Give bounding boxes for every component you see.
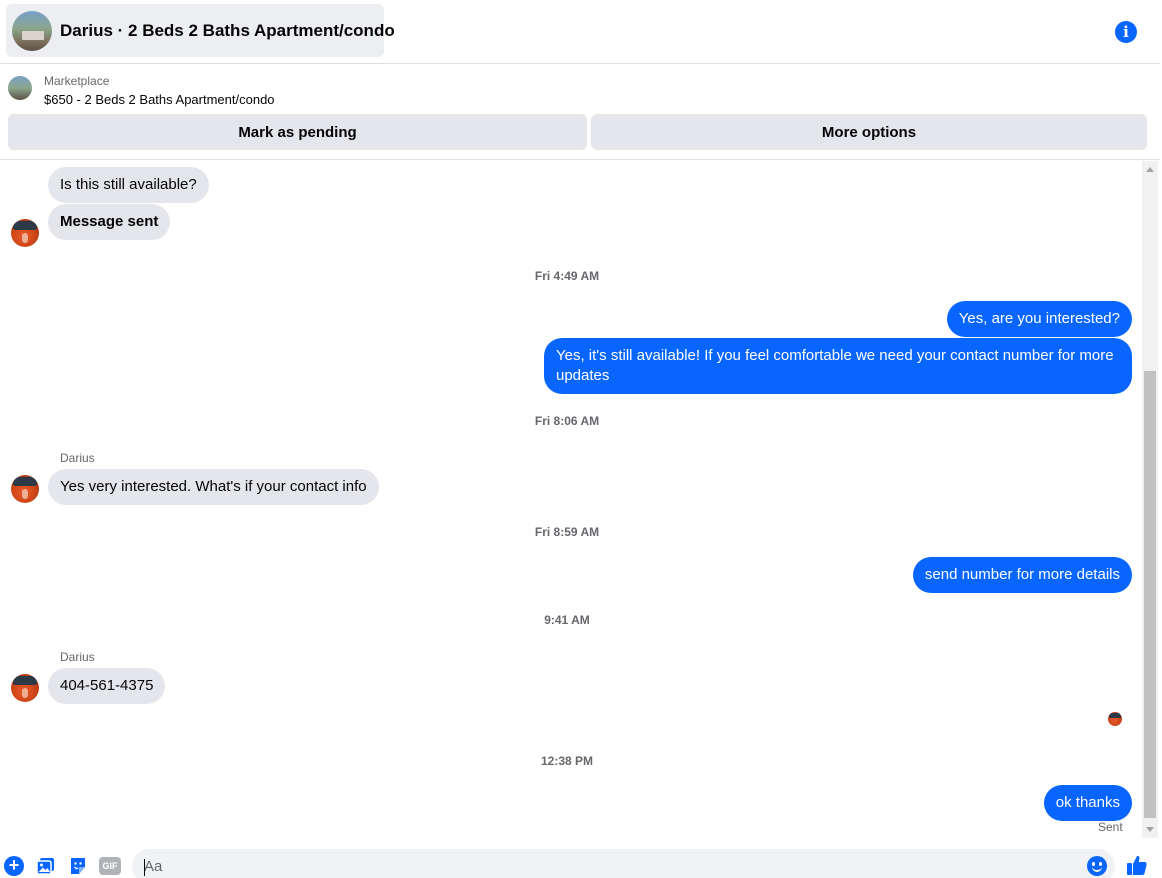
listing-avatar [12,10,52,51]
thread-scrollbar[interactable] [1142,161,1158,838]
conversation-title-button[interactable]: Darius · 2 Beds 2 Baths Apartment/condo [6,4,395,57]
sender-avatar[interactable] [11,674,39,702]
sender-avatar[interactable] [11,219,39,247]
message-outgoing[interactable]: ok thanks [1043,785,1132,821]
timestamp: Fri 8:59 AM [534,525,600,539]
info-icon[interactable]: i [1115,21,1137,43]
message-incoming[interactable]: Is this still available? [48,167,209,203]
message-incoming[interactable]: 404-561-4375 [48,668,166,704]
conversation-header: Darius · 2 Beds 2 Baths Apartment/condo … [0,0,1160,64]
message-outgoing[interactable]: Yes, it's still available! If you feel c… [544,338,1132,394]
messenger-window: Darius · 2 Beds 2 Baths Apartment/condo … [0,0,1162,878]
message-outgoing[interactable]: Yes, are you interested? [946,301,1132,337]
scroll-down-arrow-icon[interactable] [1146,827,1154,832]
sender-name: Darius [60,451,95,465]
listing-thumbnail[interactable] [8,76,32,100]
plus-icon[interactable]: + [4,856,24,876]
marketplace-label: Marketplace [44,74,110,88]
timestamp: Fri 8:06 AM [534,414,600,428]
sender-avatar[interactable] [11,475,39,503]
marketplace-listing-bar: Marketplace $650 - 2 Beds 2 Baths Apartm… [0,65,1160,160]
sender-name: Darius [60,650,95,664]
message-outgoing[interactable]: send number for more details [912,557,1132,593]
emoji-icon[interactable] [1087,856,1107,876]
scroll-up-arrow-icon[interactable] [1146,167,1154,172]
read-receipt-avatar [1108,712,1122,726]
timestamp: 9:41 AM [544,613,590,627]
delivery-status: Sent [1098,820,1123,834]
message-incoming[interactable]: Yes very interested. What's if your cont… [48,469,379,505]
message-thread[interactable]: Is this still available? Message sent Fr… [0,161,1142,838]
thumbs-up-icon[interactable] [1126,854,1148,876]
scrollbar-thumb[interactable] [1144,371,1156,818]
message-incoming[interactable]: Message sent [48,204,171,240]
message-input[interactable] [144,858,1044,875]
text-cursor [144,859,145,876]
timestamp: Fri 4:49 AM [534,269,600,283]
timestamp: 12:38 PM [540,754,594,768]
mark-as-pending-button[interactable]: Mark as pending [8,114,587,150]
listing-title[interactable]: $650 - 2 Beds 2 Baths Apartment/condo [44,92,275,107]
sticker-icon[interactable] [68,856,88,876]
message-composer: + GIF [0,845,1162,878]
photo-icon[interactable] [36,856,56,876]
conversation-title: Darius · 2 Beds 2 Baths Apartment/condo [60,20,395,40]
message-line: Yes, it's still available! If you feel c… [556,347,1114,364]
message-line: updates [556,367,610,384]
more-options-button[interactable]: More options [591,114,1147,150]
gif-icon[interactable]: GIF [99,857,121,875]
message-input-wrapper[interactable] [132,849,1115,878]
